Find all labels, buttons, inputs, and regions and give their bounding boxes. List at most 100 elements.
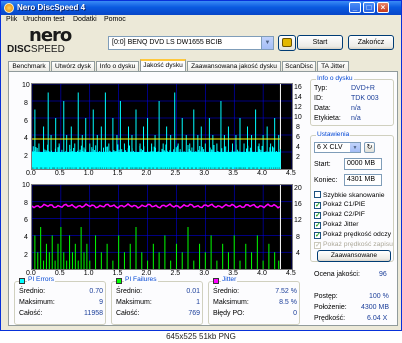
app-window: Nero DiscSpeed 4 _ □ × Plik Uruchom test…: [0, 0, 402, 331]
settings-title: Ustawienia: [316, 131, 351, 138]
disc-label-value: n/a: [351, 115, 361, 122]
x-tick-label: 0.0: [26, 170, 36, 177]
y2-tick-label: 4: [296, 144, 300, 151]
y-tick-label: 8: [24, 200, 28, 207]
y-tick-label: 10: [22, 82, 30, 89]
y-tick-label: 4: [24, 234, 28, 241]
tab-create-disc[interactable]: Utwórz dysk: [51, 61, 95, 71]
eject-icon: [282, 38, 292, 47]
jitter-title: Jitter: [221, 276, 238, 283]
x-tick-label: 2.0: [141, 170, 152, 177]
stat-row: Maksimum: 9: [19, 299, 103, 306]
pi-errors-stats: PI Errors Średnio: 0.70 Maksimum: 9 Całość…: [14, 276, 106, 325]
drive-selector[interactable]: [0:0] BENQ DVD LS DW1655 BCIB ▼: [108, 36, 274, 50]
pi-errors-title: PI Errors: [27, 276, 56, 283]
minimize-button[interactable]: _: [349, 2, 361, 13]
tab-disc-info[interactable]: Info o dysku: [96, 61, 139, 71]
menu-run-test[interactable]: Uruchom test: [23, 16, 65, 23]
pie-legend-swatch: [19, 278, 25, 284]
chevron-down-icon[interactable]: ▼: [350, 143, 360, 152]
y-tick-label: 2: [24, 153, 28, 160]
menu-help[interactable]: Pomoc: [104, 16, 126, 23]
checkmark-icon[interactable]: ✓: [314, 222, 321, 229]
advanced-button[interactable]: Zaawansowane: [317, 250, 391, 262]
pi-failures-title: PI Failures: [124, 276, 158, 283]
disc-info-title: Info o dysku: [316, 75, 354, 82]
checkmark-icon[interactable]: ✓: [314, 202, 321, 209]
position-key: Położenie:: [314, 304, 347, 311]
x-tick-label: 1.5: [112, 270, 123, 277]
nero-discspeed-logo: nero DISCSPEED: [7, 25, 103, 56]
y-tick-label: 2: [24, 252, 28, 259]
logo-discspeed-text: DISCSPEED: [7, 44, 65, 55]
disc-quality-panel: 10 8 6 4 2 16 14 12 10 8 6 4 2 0.0 0.5 1.0…: [8, 71, 398, 326]
checkbox-box[interactable]: [314, 191, 321, 198]
y2-tick-label: 8: [296, 124, 300, 131]
disc-id-value: TDK 003: [351, 95, 379, 102]
stat-row: Średnio: 7.52 %: [213, 288, 297, 295]
x-tick-label: 4.0: [257, 170, 267, 177]
show-pif-checkbox[interactable]: ✓ Pokaż C2/PIF: [314, 211, 365, 219]
y2-tick-label: 6: [296, 134, 300, 141]
progress-key: Postęp:: [314, 293, 338, 300]
refresh-icon[interactable]: ↻: [364, 142, 375, 153]
y2-tick-label: 12: [294, 217, 302, 224]
close-app-button[interactable]: Zakończ: [348, 35, 394, 50]
close-button[interactable]: ×: [377, 2, 389, 13]
speed-key: Prędkość:: [314, 315, 346, 322]
menu-file[interactable]: Plik: [6, 16, 17, 23]
jitter-line: [31, 203, 281, 209]
maximize-button[interactable]: □: [363, 2, 375, 13]
quality-label: Ocena jakości:: [314, 271, 360, 278]
pi-errors-chart: [31, 83, 293, 170]
y2-tick-label: 16: [294, 201, 302, 208]
pi-failures-plot: [31, 184, 293, 269]
x-tick-label: 2.5: [170, 170, 181, 177]
disc-type-key: Typ:: [314, 85, 328, 92]
x-tick-label: 2.5: [170, 270, 181, 277]
start-label: Start:: [314, 161, 331, 168]
pi-failures-jitter-chart: [31, 184, 293, 270]
speed-select[interactable]: 6 X CLV ▼: [314, 142, 361, 153]
settings-box: Ustawienia 6 X CLV ▼ ↻ Start: 0000 MB Ko…: [310, 131, 394, 262]
chevron-down-icon[interactable]: ▼: [261, 37, 273, 49]
title-bar[interactable]: Nero DiscSpeed 4 _ □ ×: [1, 1, 401, 15]
start-button[interactable]: Start: [297, 35, 343, 50]
logo-nero-text: nero: [29, 25, 72, 46]
y-tick-label: 10: [22, 182, 30, 189]
x-tick-label: 0.5: [54, 270, 65, 277]
stat-row: Średnio: 0.70: [19, 288, 103, 295]
position-value: 4300 MB: [361, 304, 390, 311]
x-tick-label: 4.5: [286, 270, 296, 277]
checkmark-icon[interactable]: ✓: [314, 212, 321, 219]
disc-info-box: Info o dysku Typ: DVD+R ID: TDK 003 Data…: [310, 75, 394, 126]
stat-row: Maksimum: 8.5 %: [213, 299, 297, 306]
tab-advanced-quality[interactable]: Zaawansowana jakość dysku: [187, 61, 281, 71]
start-field[interactable]: 0000 MB: [344, 158, 382, 170]
tab-benchmark[interactable]: Benchmark: [8, 61, 50, 71]
tab-scandisc[interactable]: ScanDisc: [282, 61, 316, 71]
disc-date-value: n/a: [351, 105, 361, 112]
speed-select-value: 6 X CLV: [317, 144, 343, 151]
tab-ta-jitter[interactable]: TA Jitter: [317, 61, 349, 71]
y2-tick-label: 10: [294, 114, 302, 121]
end-field[interactable]: 4301 MB: [344, 174, 382, 186]
app-icon: [4, 3, 14, 13]
show-pie-checkbox[interactable]: ✓ Pokaż C1/PIE: [314, 201, 365, 209]
x-tick-label: 4.5: [286, 170, 296, 177]
menu-extras[interactable]: Dodatki: [73, 16, 97, 23]
progress-value: 100 %: [369, 293, 389, 300]
quality-value: 96: [379, 271, 387, 278]
window-title: Nero DiscSpeed 4: [17, 3, 86, 12]
pi-failures-stats: PI Failures Średnio: 0.01 Maksimum: 1 Cało…: [111, 276, 203, 325]
quick-scan-checkbox[interactable]: Szybkie skanowanie: [314, 191, 385, 199]
show-read-speed-checkbox[interactable]: ✓ Pokaż prędkość odczy: [314, 231, 391, 239]
x-tick-label: 3.0: [199, 270, 210, 277]
y2-tick-label: 20: [294, 185, 302, 192]
y2-tick-label: 4: [296, 250, 300, 257]
y2-tick-label: 16: [294, 84, 302, 91]
eject-button[interactable]: [278, 35, 296, 51]
show-jitter-checkbox[interactable]: ✓ Pokaż Jitter: [314, 221, 359, 229]
checkmark-icon[interactable]: ✓: [314, 232, 321, 239]
y-tick-label: 6: [24, 118, 28, 125]
